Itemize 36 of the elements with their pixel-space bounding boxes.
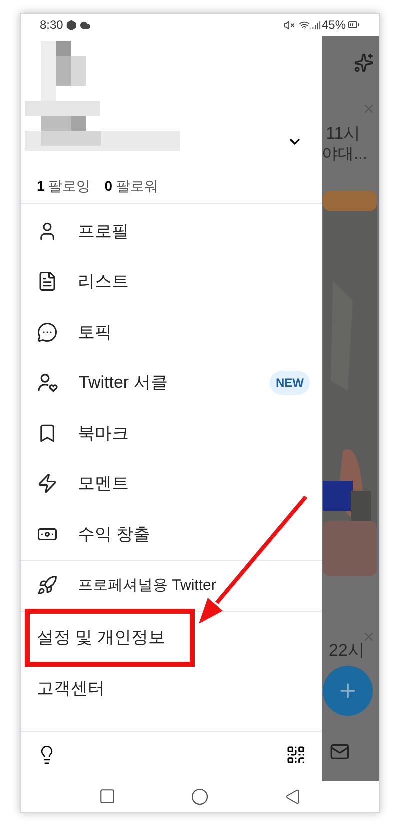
cloud-icon: [80, 20, 92, 30]
follow-count-link[interactable]: 0 팔로워: [104, 176, 158, 196]
close-icon: [362, 102, 376, 116]
follow-count-link[interactable]: 1 팔로잉: [37, 176, 91, 196]
wifi-icon: [298, 20, 310, 30]
hexagon-icon: [66, 20, 78, 30]
battery-percent: 45%: [322, 17, 346, 34]
sparkle-icon: [354, 53, 374, 73]
menu-item[interactable]: 모멘트: [78, 471, 129, 496]
menu-item[interactable]: 프로필: [78, 218, 129, 244]
recents-icon[interactable]: [98, 788, 116, 805]
list-icon: [37, 271, 58, 292]
home-icon[interactable]: [191, 788, 210, 806]
menu-item[interactable]: 프로페셔널용 Twitter: [78, 574, 216, 597]
feed-text: 야대...: [322, 145, 368, 165]
person-heart-icon: [37, 372, 59, 394]
menu-item[interactable]: 북마크: [78, 420, 129, 446]
battery-icon: [348, 19, 360, 31]
feed-text: 22시: [329, 640, 365, 662]
feed-text: 11시: [326, 123, 361, 145]
new-badge: NEW: [270, 370, 310, 395]
rocket-icon: [37, 575, 58, 596]
back-icon[interactable]: [285, 788, 302, 804]
menu-item[interactable]: 토픽: [78, 320, 112, 345]
status-time: 8:30: [40, 17, 64, 34]
lightning-icon: [37, 473, 58, 494]
menu-item[interactable]: 수익 창출: [78, 522, 151, 547]
qr-code-icon[interactable]: [286, 744, 306, 764]
menu-item[interactable]: Twitter 서클: [79, 370, 168, 396]
menu-item[interactable]: 리스트: [78, 269, 129, 294]
mute-icon: [284, 20, 295, 30]
menu-item[interactable]: 설정 및 개인정보: [37, 624, 166, 650]
close-icon: [362, 630, 376, 644]
mail-icon: [330, 742, 350, 762]
menu-item[interactable]: 고객센터: [37, 676, 105, 702]
speech-bubble-icon: [37, 322, 58, 343]
